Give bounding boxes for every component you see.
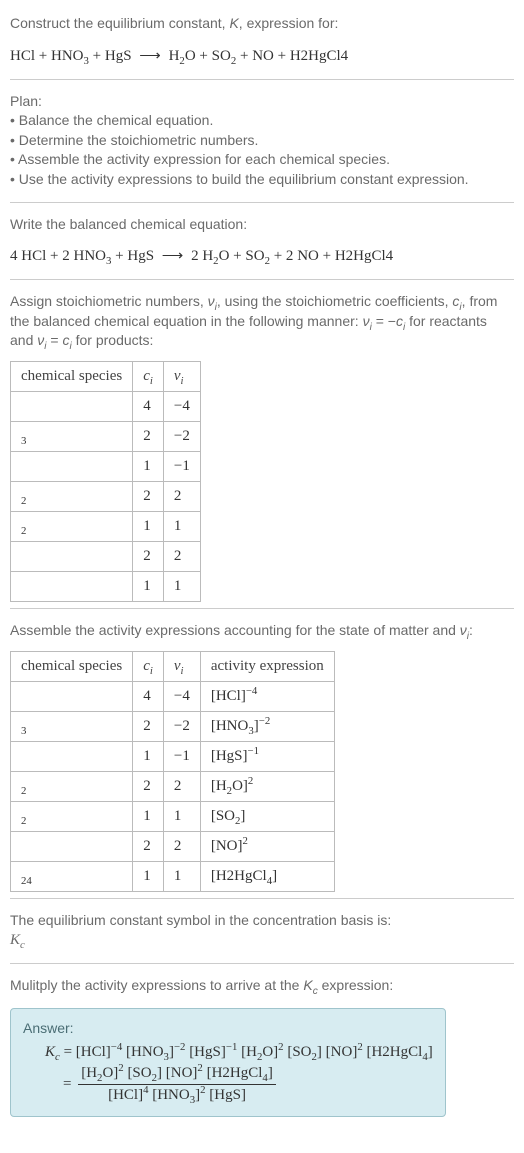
txt: , using the stoichiometric coefficients, [217, 293, 453, 309]
plan-item-1: • Balance the chemical equation. [10, 111, 514, 131]
intro-K: K [229, 15, 238, 31]
intro-pre: Construct the equilibrium constant, [10, 15, 229, 31]
divider [10, 963, 514, 964]
K: K [10, 932, 20, 948]
plan-item-2: • Determine the stoichiometric numbers. [10, 131, 514, 151]
plan-title: Plan: [10, 92, 514, 112]
txt: Mulitply the activity expressions to arr… [10, 977, 303, 993]
answer-label: Answer: [23, 1019, 433, 1039]
table-row: 11 [11, 571, 201, 601]
table-row: 1−1 [11, 451, 201, 481]
intro-post: , expression for: [239, 15, 339, 31]
txt: expression: [318, 977, 393, 993]
eq-sign: = [60, 1044, 76, 1060]
divider [10, 898, 514, 899]
raw-equation: HCl + HNO3 + HgS ⟶ H2O + SO2 + NO + H2Hg… [10, 40, 514, 73]
kc-basis-text: The equilibrium constant symbol in the c… [10, 905, 514, 958]
answer-line1: Kc = [HCl]−4 [HNO3]−2 [HgS]−1 [H2O]2 [SO… [45, 1042, 433, 1063]
plan-item-3: • Assemble the activity expression for e… [10, 150, 514, 170]
balanced-title: Write the balanced chemical equation: [10, 209, 514, 241]
table-row: 4−4[HCl]−4 [11, 681, 335, 711]
txt: for products: [72, 332, 154, 348]
answer-box: Answer: Kc = [HCl]−4 [HNO3]−2 [HgS]−1 [H… [10, 1008, 446, 1118]
table-row: 211[SO2] [11, 801, 335, 831]
divider [10, 202, 514, 203]
fraction-denominator: [HCl]4 [HNO3]2 [HgS] [78, 1084, 276, 1106]
balanced-equation: 4 HCl + 2 HNO3 + HgS ⟶ 2 H2O + SO2 + 2 N… [10, 240, 514, 273]
divider [10, 79, 514, 80]
c: c [396, 313, 403, 329]
table-row: 32−2[HNO3]−2 [11, 711, 335, 741]
table-row: 22 [11, 541, 201, 571]
nu: ν [208, 293, 215, 309]
table-row: 1−1[HgS]−1 [11, 741, 335, 771]
fraction-numerator: [H2O]2 [SO2] [NO]2 [H2HgCl4] [78, 1063, 276, 1084]
nu: ν [363, 313, 370, 329]
table-row: 211 [11, 511, 201, 541]
intro-heading: Construct the equilibrium constant, K, e… [10, 8, 514, 40]
stoichiometric-table: chemical speciesciνi4−432−21−12222112211 [10, 361, 201, 602]
nu: ν [460, 622, 467, 638]
txt: Assign stoichiometric numbers, [10, 293, 208, 309]
table-row: 222[H2O]2 [11, 771, 335, 801]
multiply-text: Mulitply the activity expressions to arr… [10, 970, 514, 1002]
table-row: 22[NO]2 [11, 831, 335, 861]
K: K [303, 977, 312, 993]
divider [10, 608, 514, 609]
table-row: 2411[H2HgCl4] [11, 861, 335, 891]
eq-sign: = [63, 1076, 75, 1092]
K: K [45, 1044, 55, 1060]
table-row: 4−4 [11, 391, 201, 421]
answer-line2: = [H2O]2 [SO2] [NO]2 [H2HgCl4] [HCl]4 [H… [63, 1063, 433, 1106]
plan-item-4: • Use the activity expressions to build … [10, 170, 514, 190]
divider [10, 279, 514, 280]
txt: = [47, 332, 63, 348]
txt: Assemble the activity expressions accoun… [10, 622, 460, 638]
txt: The equilibrium constant symbol in the c… [10, 911, 514, 931]
table-row: 32−2 [11, 421, 201, 451]
fraction: [H2O]2 [SO2] [NO]2 [H2HgCl4] [HCl]4 [HNO… [78, 1063, 276, 1106]
table-row: 222 [11, 481, 201, 511]
stoichiometric-text: Assign stoichiometric numbers, νi, using… [10, 286, 514, 357]
K-sub: c [20, 939, 25, 951]
txt: : [469, 622, 473, 638]
plan-block: Plan: • Balance the chemical equation. •… [10, 86, 514, 196]
activity-table: chemical speciesciνiactivity expression4… [10, 651, 335, 892]
assemble-text: Assemble the activity expressions accoun… [10, 615, 514, 647]
txt: = − [372, 313, 396, 329]
